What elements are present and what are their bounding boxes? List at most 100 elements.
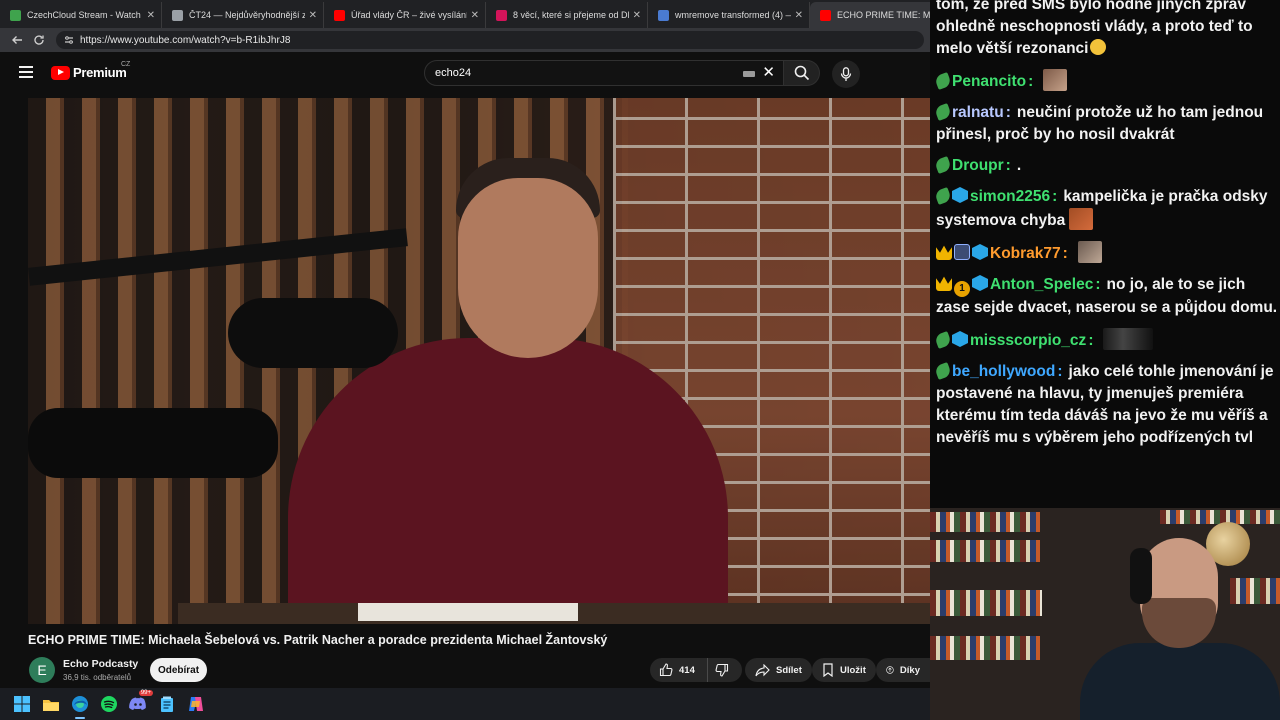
tab-favicon-icon	[658, 9, 669, 21]
channel-name[interactable]: Echo Podcasty	[63, 658, 138, 670]
guest-figure	[288, 338, 728, 624]
chat-message: 1 Anton_Spelec: no jo, ale to se jich zase…	[936, 274, 1278, 319]
chat-username[interactable]: simon2256	[970, 188, 1050, 205]
pill2-badge-icon	[954, 244, 970, 260]
brand-label: Premium	[73, 65, 127, 80]
search-icon	[794, 65, 809, 81]
clear-search-icon[interactable]: ✕	[762, 65, 775, 81]
voice-search-button[interactable]	[832, 60, 860, 88]
crown-badge-icon	[936, 276, 952, 291]
url-text: https://www.youtube.com/watch?v=b-R1ibJh…	[80, 34, 291, 46]
windows-taskbar: 99+	[0, 688, 930, 720]
keyboard-icon[interactable]	[743, 71, 755, 77]
chat-username[interactable]: Kobrak77	[990, 245, 1061, 262]
browser-tab[interactable]: Úřad vlády ČR – živé vysílání - You ✕	[324, 2, 486, 28]
subscriber-count: 36,9 tis. odběratelů	[63, 673, 132, 682]
channel-avatar[interactable]: E	[29, 657, 55, 683]
chat-message: Kobrak77:	[936, 241, 1278, 265]
chat-message: tom, že před SMS bylo hodně jiných zpráv…	[936, 0, 1278, 60]
youtube-play-icon	[51, 65, 70, 80]
video-title: ECHO PRIME TIME: Michaela Šebelová vs. P…	[28, 633, 608, 647]
tab-title: ČT24 — Nejdůvěryhodnější zpravo	[189, 10, 305, 20]
windows-start-icon[interactable]	[12, 694, 32, 714]
close-tab-icon[interactable]: ✕	[633, 10, 641, 21]
chat-message: simon2256: kampelička je pračka odsky sys…	[934, 186, 1278, 232]
region-label: CZ	[121, 61, 131, 68]
reload-icon[interactable]	[28, 30, 50, 50]
chat-separator: :	[1005, 157, 1011, 174]
browser-tab[interactable]: 8 věcí, které si přejeme od DLC pro ✕	[486, 2, 648, 28]
stream-chat: tom, že před SMS bylo hodně jiných zpráv…	[930, 0, 1280, 508]
file-explorer-icon[interactable]	[41, 694, 61, 714]
chat-username[interactable]: missscorpio_cz	[970, 332, 1086, 349]
chat-emote-icon	[1043, 69, 1068, 91]
tab-title: Úřad vlády ČR – živé vysílání - You	[351, 10, 467, 20]
chat-separator: :	[1088, 332, 1094, 349]
spotify-icon[interactable]	[99, 694, 119, 714]
cube-badge-icon	[952, 187, 968, 203]
address-bar[interactable]: https://www.youtube.com/watch?v=b-R1ibJh…	[56, 31, 924, 49]
like-button[interactable]: 414	[650, 658, 708, 682]
site-info-icon[interactable]	[64, 35, 74, 45]
chat-username[interactable]: be_hollywood	[952, 363, 1055, 380]
share-button[interactable]: Sdílet	[745, 658, 812, 682]
tab-title: wmremove transformed (4) — Pon	[675, 10, 791, 20]
headset	[1130, 548, 1152, 604]
tab-title: ECHO PRIME TIME: Micha	[837, 10, 930, 20]
chat-username[interactable]: Penancito	[952, 73, 1026, 90]
close-tab-icon[interactable]: ✕	[309, 10, 317, 21]
browser-tab[interactable]: CzechCloud Stream - Watch Live o ✕	[0, 2, 162, 28]
search-box: ✕	[424, 60, 784, 86]
save-label: Uložit	[840, 664, 866, 676]
browser-tab[interactable]: ČT24 — Nejdůvěryhodnější zpravo ✕	[162, 2, 324, 28]
menu-icon[interactable]	[19, 66, 33, 78]
tab-favicon-icon	[820, 9, 831, 21]
thanks-button[interactable]: Díky	[876, 658, 930, 682]
browser-tab[interactable]: wmremove transformed (4) — Pon ✕	[648, 2, 810, 28]
cube-badge-icon	[952, 331, 968, 347]
chat-emote-icon	[1103, 328, 1154, 350]
chat-text: .	[1016, 157, 1022, 174]
thumbs-down-icon	[715, 663, 729, 677]
leaf-badge-icon	[934, 331, 952, 349]
save-button[interactable]: Uložit	[812, 658, 876, 682]
chat-emote-icon	[1077, 241, 1102, 263]
chat-separator: :	[1028, 73, 1034, 90]
subscribe-button[interactable]: Odebírat	[150, 658, 207, 682]
like-count: 414	[679, 664, 695, 676]
chat-message: missscorpio_cz:	[934, 328, 1278, 352]
chat-message: Droupr:.	[934, 155, 1278, 177]
thumbs-up-icon	[659, 663, 673, 677]
notification-badge: 99+	[138, 690, 153, 696]
search-button[interactable]	[784, 60, 820, 86]
chat-username[interactable]: Droupr	[952, 157, 1004, 174]
notepad-icon[interactable]	[157, 694, 177, 714]
close-tab-icon[interactable]: ✕	[795, 10, 803, 21]
video-player[interactable]	[28, 98, 930, 624]
tab-favicon-icon	[334, 9, 345, 21]
super-thanks-icon	[886, 666, 894, 674]
copilot-icon[interactable]	[186, 694, 206, 714]
dislike-button[interactable]	[708, 658, 742, 682]
tab-favicon-icon	[496, 9, 507, 21]
edge-browser-icon[interactable]	[70, 694, 90, 719]
cube-badge-icon	[972, 244, 988, 260]
chat-separator: :	[1095, 276, 1101, 293]
screen: CzechCloud Stream - Watch Live o✕ČT24 — …	[0, 0, 1280, 720]
like-dislike-group: 414	[650, 658, 742, 682]
browser-toolbar: https://www.youtube.com/watch?v=b-R1ibJh…	[0, 28, 930, 52]
chat-separator: :	[1052, 188, 1058, 205]
youtube-header: Premium CZ ✕	[0, 52, 930, 94]
youtube-logo[interactable]: Premium CZ	[51, 61, 130, 80]
cube-badge-icon	[972, 275, 988, 291]
chat-username[interactable]: ralnatu	[952, 104, 1004, 121]
chat-username[interactable]: Anton_Spelec	[990, 276, 1093, 293]
studio-microphone	[228, 298, 398, 368]
discord-icon[interactable]: 99+	[128, 690, 153, 714]
back-icon[interactable]	[6, 30, 28, 50]
chat-separator: :	[1057, 363, 1063, 380]
close-tab-icon[interactable]: ✕	[471, 10, 479, 21]
browser-tab[interactable]: ECHO PRIME TIME: Micha	[810, 2, 930, 28]
close-tab-icon[interactable]: ✕	[147, 10, 155, 21]
search-input[interactable]	[435, 67, 735, 79]
